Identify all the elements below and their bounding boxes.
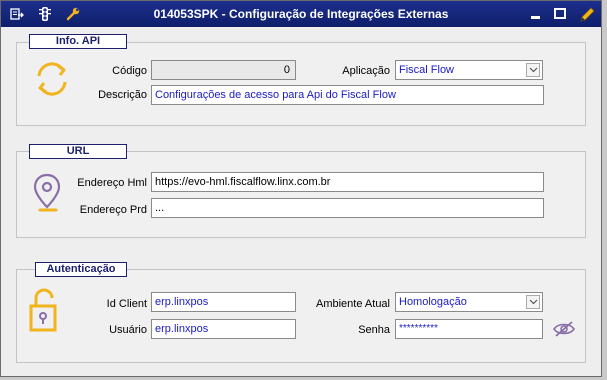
minimize-icon[interactable] (528, 6, 544, 22)
autenticacao-legend: Autenticação (35, 262, 127, 277)
descricao-input[interactable]: Configurações de acesso para Api do Fisc… (151, 85, 544, 105)
endereco-prd-input[interactable]: ... (151, 198, 544, 218)
codigo-field: 0 (151, 60, 296, 80)
edit-pencil-icon[interactable] (578, 6, 595, 22)
location-pin-icon (32, 171, 62, 218)
ambiente-atual-value: Homologação (399, 296, 467, 308)
url-group (16, 151, 586, 238)
ambiente-atual-select[interactable]: Homologação (395, 292, 543, 312)
aplicacao-label: Aplicação (342, 65, 390, 77)
senha-input[interactable]: ********** (395, 319, 543, 339)
aplicacao-select[interactable]: Fiscal Flow (395, 60, 543, 80)
info-api-legend: Info. API (29, 34, 127, 49)
id-client-input[interactable]: erp.linxpos (151, 292, 296, 312)
config-window: 014053SPK - Configuração de Integrações … (0, 0, 602, 377)
chevron-down-icon[interactable] (526, 63, 540, 77)
endereco-hml-label: Endereço Hml (77, 177, 147, 189)
maximize-icon[interactable] (552, 6, 568, 22)
endereco-prd-label: Endereço Prd (79, 204, 147, 216)
descricao-label: Descrição (98, 89, 147, 101)
title-bar: 014053SPK - Configuração de Integrações … (1, 1, 601, 27)
senha-label: Senha (358, 324, 390, 336)
aplicacao-value: Fiscal Flow (399, 64, 455, 76)
usuario-input[interactable]: erp.linxpos (151, 319, 296, 339)
id-client-label: Id Client (106, 298, 147, 310)
url-legend: URL (29, 144, 127, 159)
endereco-hml-input[interactable]: https://evo-hml.fiscalflow.linx.com.br (151, 172, 544, 192)
info-api-group (16, 42, 586, 126)
autenticacao-group (16, 269, 586, 363)
refresh-icon (33, 59, 71, 102)
unlocked-padlock-icon (28, 288, 62, 337)
chevron-down-icon[interactable] (526, 295, 540, 309)
eye-slash-icon[interactable] (552, 319, 576, 342)
window-title: 014053SPK - Configuração de Integrações … (153, 7, 449, 21)
codigo-label: Código (112, 65, 147, 77)
usuario-label: Usuário (109, 324, 147, 336)
ambiente-atual-label: Ambiente Atual (316, 298, 390, 310)
